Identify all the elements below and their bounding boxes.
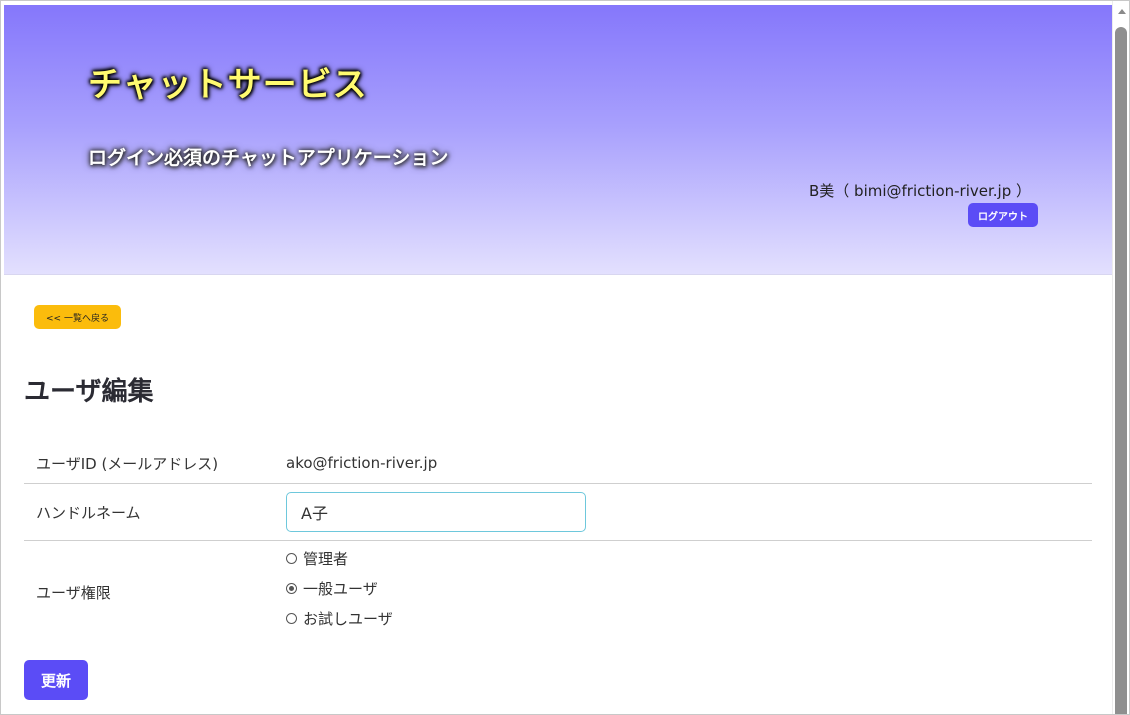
scrollbar-thumb[interactable]	[1115, 27, 1127, 714]
form-row-handle: ハンドルネーム	[24, 483, 1092, 541]
radio-button-icon[interactable]	[286, 553, 297, 564]
site-header: チャットサービス ログイン必須のチャットアプリケーション B美（ bimi@fr…	[4, 5, 1112, 275]
handle-name-label: ハンドルネーム	[24, 483, 286, 541]
form-row-role: ユーザ権限 管理者 一般ユーザ お試しユーザ	[24, 541, 1092, 645]
site-subtitle: ログイン必須のチャットアプリケーション	[88, 147, 449, 169]
page-viewport: チャットサービス ログイン必須のチャットアプリケーション B美（ bimi@fr…	[4, 5, 1112, 714]
user-role-radio-group: 管理者 一般ユーザ お試しユーザ	[286, 548, 1092, 629]
user-role-label: ユーザ権限	[36, 584, 111, 602]
browser-window: チャットサービス ログイン必須のチャットアプリケーション B美（ bimi@fr…	[0, 0, 1130, 715]
logout-button[interactable]: ログアウト	[968, 203, 1038, 227]
role-option-trial-user[interactable]: お試しユーザ	[286, 608, 1092, 629]
role-option-label: 一般ユーザ	[303, 580, 378, 598]
update-button[interactable]: 更新	[24, 660, 88, 700]
back-to-list-button[interactable]: << 一覧へ戻る	[34, 305, 121, 329]
radio-button-checked-icon[interactable]	[286, 583, 297, 594]
handle-name-input[interactable]	[286, 492, 586, 532]
user-id-label: ユーザID (メールアドレス)	[36, 454, 219, 473]
logged-in-user-info: B美（ bimi@friction-river.jp ）	[809, 182, 1031, 200]
role-option-label: 管理者	[303, 550, 349, 568]
role-option-admin[interactable]: 管理者	[286, 548, 1092, 569]
vertical-scrollbar[interactable]	[1112, 1, 1129, 714]
page-title: ユーザ編集	[24, 377, 154, 407]
site-title: チャットサービス	[88, 65, 368, 105]
role-option-label: お試しユーザ	[303, 610, 393, 628]
radio-button-icon[interactable]	[286, 613, 297, 624]
user-edit-form: ユーザID (メールアドレス) ako@friction-river.jp ハン…	[24, 443, 1092, 644]
role-option-general-user[interactable]: 一般ユーザ	[286, 578, 1092, 599]
scroll-up-arrow-icon[interactable]	[1118, 9, 1126, 14]
form-row-user-id: ユーザID (メールアドレス) ako@friction-river.jp	[24, 443, 1092, 484]
user-id-value: ako@friction-river.jp	[286, 454, 438, 472]
